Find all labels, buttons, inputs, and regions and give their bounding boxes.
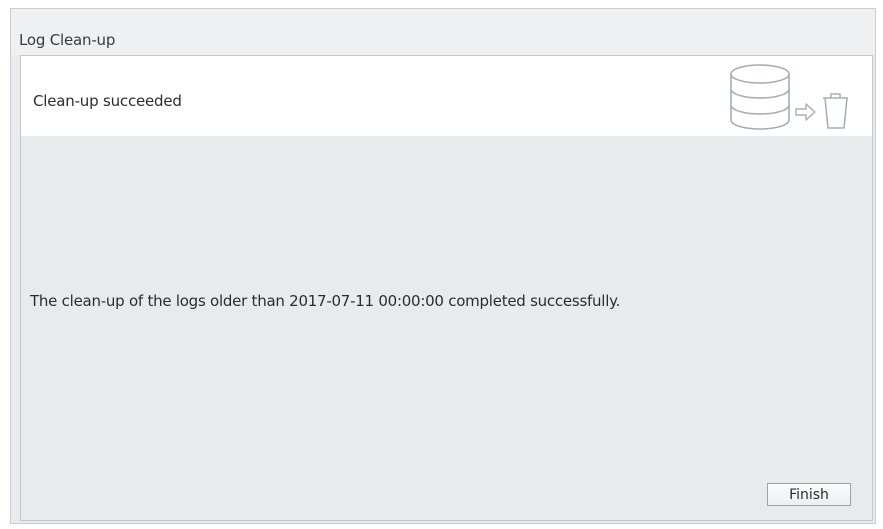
status-banner: Clean-up succeeded <box>21 56 872 136</box>
trash-icon <box>823 93 848 129</box>
status-text: Clean-up succeeded <box>33 92 182 110</box>
log-cleanup-window: Log Clean-up Clean-up succeeded The clea… <box>10 8 876 524</box>
window-titlebar: Log Clean-up <box>11 9 875 55</box>
window-title: Log Clean-up <box>19 31 116 49</box>
cleanup-graphic <box>730 64 848 130</box>
content-panel: Clean-up succeeded The clean-up of the l… <box>20 55 873 521</box>
database-icon <box>730 64 790 130</box>
completion-message: The clean-up of the logs older than 2017… <box>30 292 621 310</box>
arrow-right-icon <box>795 103 816 121</box>
finish-button[interactable]: Finish <box>767 483 851 506</box>
